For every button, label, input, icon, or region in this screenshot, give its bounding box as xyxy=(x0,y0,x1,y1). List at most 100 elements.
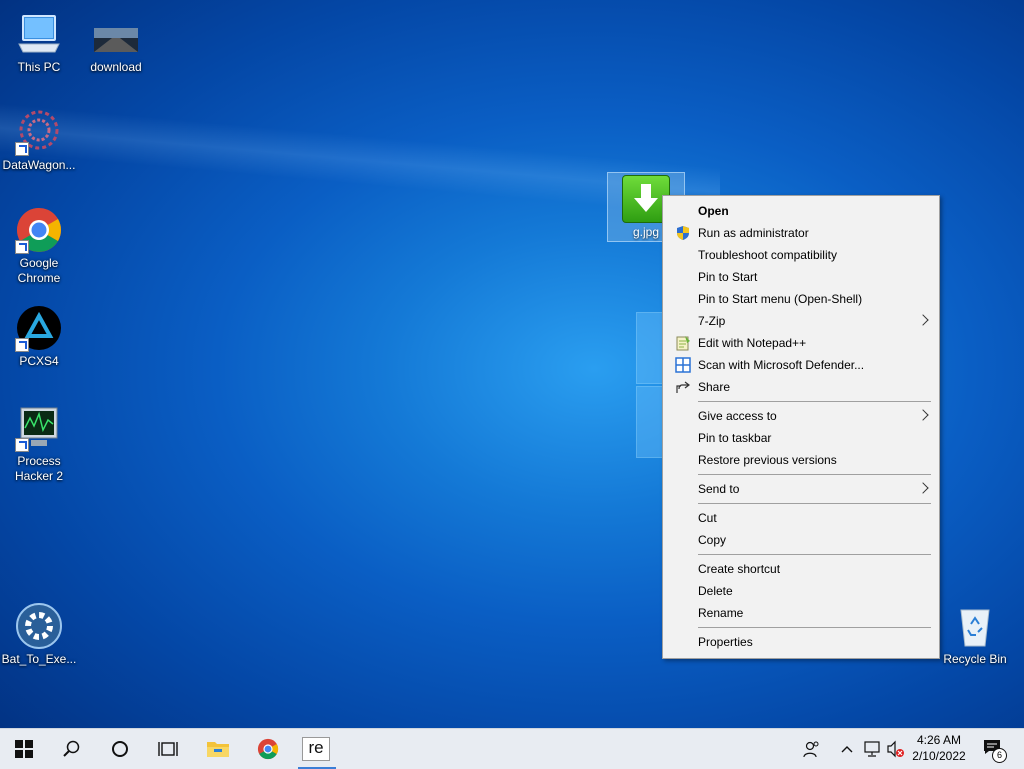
menu-item-label: Run as administrator xyxy=(698,226,809,240)
process-hacker-icon xyxy=(15,404,63,452)
menu-item-pin-to-start[interactable]: Pin to Start xyxy=(665,266,937,288)
menu-item-create-shortcut[interactable]: Create shortcut xyxy=(665,558,937,580)
re-app-icon: re xyxy=(302,737,330,761)
menu-item-cut[interactable]: Cut xyxy=(665,507,937,529)
menu-item-7zip[interactable]: 7-Zip xyxy=(665,310,937,332)
desktop-icon-label: DataWagon... xyxy=(2,158,76,172)
menu-item-edit-with-notepadpp[interactable]: Edit with Notepad++ xyxy=(665,332,937,354)
search-button[interactable] xyxy=(48,729,96,769)
menu-item-label: Rename xyxy=(698,606,744,620)
desktop-icon-datawagon[interactable]: DataWagon... xyxy=(1,108,77,173)
notification-count-badge: 6 xyxy=(992,748,1007,763)
desktop-icon-this-pc[interactable]: This PC xyxy=(1,10,77,75)
desktop-icon-pcxs4[interactable]: PCXS4 xyxy=(1,304,77,369)
file-explorer-button[interactable] xyxy=(194,729,242,769)
menu-item-open[interactable]: Open xyxy=(665,200,937,222)
gear-icon xyxy=(15,602,63,650)
clock[interactable]: 4:26 AM 2/10/2022 xyxy=(906,732,972,764)
menu-item-delete[interactable]: Delete xyxy=(665,580,937,602)
clock-date: 2/10/2022 xyxy=(912,749,966,763)
desktop-icon-label: Google Chrome xyxy=(17,256,61,285)
menu-item-rename[interactable]: Rename xyxy=(665,602,937,624)
menu-separator xyxy=(698,474,931,475)
notepadpp-icon xyxy=(675,335,691,351)
volume-button[interactable] xyxy=(884,729,906,769)
menu-item-troubleshoot-compatibility[interactable]: Troubleshoot compatibility xyxy=(665,244,937,266)
desktop-icon-download[interactable]: download xyxy=(78,10,154,75)
this-pc-icon xyxy=(15,10,63,58)
context-menu: Open Run as administrator Troubleshoot c… xyxy=(662,195,940,659)
menu-item-label: Open xyxy=(698,204,729,218)
chrome-icon xyxy=(15,206,63,254)
menu-item-label: Pin to taskbar xyxy=(698,431,772,445)
network-button[interactable] xyxy=(860,729,884,769)
menu-item-label: Pin to Start menu (Open-Shell) xyxy=(698,292,863,306)
task-view-button[interactable] xyxy=(144,729,192,769)
menu-item-pin-to-start-menu-open-shell[interactable]: Pin to Start menu (Open-Shell) xyxy=(665,288,937,310)
menu-item-scan-with-defender[interactable]: Scan with Microsoft Defender... xyxy=(665,354,937,376)
menu-item-label: Edit with Notepad++ xyxy=(698,336,807,350)
recycle-bin-icon xyxy=(951,602,999,650)
menu-separator xyxy=(698,554,931,555)
network-icon xyxy=(864,741,880,757)
chevron-right-icon xyxy=(917,482,929,494)
menu-item-label: Properties xyxy=(698,635,753,649)
menu-separator xyxy=(698,627,931,628)
menu-item-label: Share xyxy=(698,380,731,394)
share-icon xyxy=(675,379,691,395)
defender-icon xyxy=(675,357,691,373)
menu-item-label: Scan with Microsoft Defender... xyxy=(698,358,865,372)
chrome-taskbar-button[interactable] xyxy=(244,729,292,769)
desktop-icon-bat-to-exe[interactable]: Bat_To_Exe... xyxy=(1,602,77,667)
shortcut-arrow-icon xyxy=(15,240,29,254)
menu-item-send-to[interactable]: Send to xyxy=(665,478,937,500)
volume-muted-icon xyxy=(887,740,904,758)
menu-item-pin-to-taskbar[interactable]: Pin to taskbar xyxy=(665,427,937,449)
desktop-icon-label: This PC xyxy=(17,60,61,74)
pcxs4-icon xyxy=(15,304,63,352)
taskbar: re 4:26 AM 2/10/2022 6 xyxy=(0,728,1024,769)
menu-item-restore-previous-versions[interactable]: Restore previous versions xyxy=(665,449,937,471)
people-button[interactable] xyxy=(798,729,826,769)
file-explorer-icon xyxy=(207,742,229,757)
desktop-icon-google-chrome[interactable]: Google Chrome xyxy=(1,206,77,286)
menu-item-give-access-to[interactable]: Give access to xyxy=(665,405,937,427)
desktop-icon-label: download xyxy=(90,60,142,74)
start-button[interactable] xyxy=(0,729,48,769)
menu-item-label: Give access to xyxy=(698,409,777,423)
desktop-icon-recycle-bin[interactable]: Recycle Bin xyxy=(937,602,1013,667)
task-view-icon xyxy=(158,742,178,756)
people-icon xyxy=(803,741,819,758)
menu-item-properties[interactable]: Properties xyxy=(665,631,937,653)
menu-item-label: Pin to Start xyxy=(698,270,758,284)
menu-item-label: Create shortcut xyxy=(698,562,781,576)
menu-item-copy[interactable]: Copy xyxy=(665,529,937,551)
chevron-right-icon xyxy=(917,314,929,326)
menu-item-label: Copy xyxy=(698,533,727,547)
menu-item-label: Restore previous versions xyxy=(698,453,837,467)
cortana-button[interactable] xyxy=(96,729,144,769)
start-icon xyxy=(15,740,33,758)
shortcut-arrow-icon xyxy=(15,438,29,452)
cortana-icon xyxy=(112,741,128,757)
menu-item-label: Delete xyxy=(698,584,733,598)
menu-item-label: 7-Zip xyxy=(698,314,726,328)
menu-item-share[interactable]: Share xyxy=(665,376,937,398)
menu-item-label: Send to xyxy=(698,482,740,496)
action-center-button[interactable]: 6 xyxy=(976,729,1010,769)
chevron-up-icon xyxy=(841,746,853,753)
shield-icon xyxy=(675,225,691,241)
menu-item-label: Troubleshoot compatibility xyxy=(698,248,837,262)
desktop-icon-process-hacker[interactable]: Process Hacker 2 xyxy=(1,404,77,484)
re-app-label: re xyxy=(308,738,324,757)
menu-item-label: Cut xyxy=(698,511,717,525)
menu-separator xyxy=(698,401,931,402)
desktop-icon-label: Recycle Bin xyxy=(943,652,1007,666)
chevron-right-icon xyxy=(917,409,929,421)
menu-item-run-as-administrator[interactable]: Run as administrator xyxy=(665,222,937,244)
clock-time: 4:26 AM xyxy=(916,733,962,747)
re-app-button[interactable]: re xyxy=(292,729,340,769)
shortcut-arrow-icon xyxy=(15,338,29,352)
show-hidden-icons-button[interactable] xyxy=(836,729,858,769)
chrome-icon xyxy=(257,738,279,760)
